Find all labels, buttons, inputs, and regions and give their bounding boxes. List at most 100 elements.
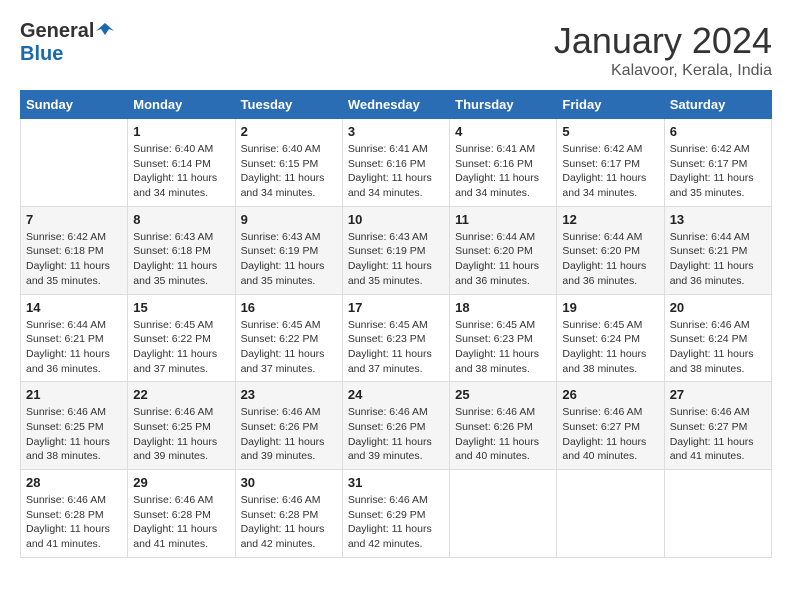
day-number: 24 — [348, 387, 444, 402]
day-info: Sunrise: 6:44 AM Sunset: 6:21 PM Dayligh… — [26, 318, 122, 377]
logo-bird-icon — [96, 21, 114, 39]
day-number: 23 — [241, 387, 337, 402]
day-number: 16 — [241, 300, 337, 315]
day-info: Sunrise: 6:44 AM Sunset: 6:21 PM Dayligh… — [670, 230, 766, 289]
column-header-tuesday: Tuesday — [235, 91, 342, 119]
day-info: Sunrise: 6:46 AM Sunset: 6:28 PM Dayligh… — [133, 493, 229, 552]
day-cell: 13 Sunrise: 6:44 AM Sunset: 6:21 PM Dayli… — [664, 206, 771, 294]
day-number: 22 — [133, 387, 229, 402]
week-row-4: 21 Sunrise: 6:46 AM Sunset: 6:25 PM Dayli… — [21, 382, 772, 470]
day-cell: 11 Sunrise: 6:44 AM Sunset: 6:20 PM Dayli… — [450, 206, 557, 294]
day-info: Sunrise: 6:45 AM Sunset: 6:22 PM Dayligh… — [241, 318, 337, 377]
day-number: 18 — [455, 300, 551, 315]
day-info: Sunrise: 6:45 AM Sunset: 6:22 PM Dayligh… — [133, 318, 229, 377]
day-info: Sunrise: 6:42 AM Sunset: 6:17 PM Dayligh… — [670, 142, 766, 201]
day-cell: 10 Sunrise: 6:43 AM Sunset: 6:19 PM Dayli… — [342, 206, 449, 294]
day-number: 21 — [26, 387, 122, 402]
day-number: 10 — [348, 212, 444, 227]
calendar-table: SundayMondayTuesdayWednesdayThursdayFrid… — [20, 90, 772, 558]
day-cell: 12 Sunrise: 6:44 AM Sunset: 6:20 PM Dayli… — [557, 206, 664, 294]
day-cell: 15 Sunrise: 6:45 AM Sunset: 6:22 PM Dayli… — [128, 294, 235, 382]
day-cell — [21, 119, 128, 207]
day-info: Sunrise: 6:44 AM Sunset: 6:20 PM Dayligh… — [562, 230, 658, 289]
day-cell: 6Sunrise: 6:42 AM Sunset: 6:17 PM Daylig… — [664, 119, 771, 207]
day-cell: 19 Sunrise: 6:45 AM Sunset: 6:24 PM Dayli… — [557, 294, 664, 382]
day-number: 5 — [562, 124, 658, 139]
day-number: 2 — [241, 124, 337, 139]
day-info: Sunrise: 6:45 AM Sunset: 6:24 PM Dayligh… — [562, 318, 658, 377]
day-number: 1 — [133, 124, 229, 139]
day-number: 27 — [670, 387, 766, 402]
logo-blue-text: Blue — [20, 43, 63, 66]
day-cell: 20Sunrise: 6:46 AM Sunset: 6:24 PM Dayli… — [664, 294, 771, 382]
day-cell: 28 Sunrise: 6:46 AM Sunset: 6:28 PM Dayli… — [21, 470, 128, 558]
day-info: Sunrise: 6:43 AM Sunset: 6:18 PM Dayligh… — [133, 230, 229, 289]
column-header-monday: Monday — [128, 91, 235, 119]
day-info: Sunrise: 6:46 AM Sunset: 6:27 PM Dayligh… — [562, 405, 658, 464]
day-info: Sunrise: 6:43 AM Sunset: 6:19 PM Dayligh… — [348, 230, 444, 289]
day-cell: 7 Sunrise: 6:42 AM Sunset: 6:18 PM Daylig… — [21, 206, 128, 294]
day-cell: 2 Sunrise: 6:40 AM Sunset: 6:15 PM Daylig… — [235, 119, 342, 207]
day-info: Sunrise: 6:46 AM Sunset: 6:27 PM Dayligh… — [670, 405, 766, 464]
day-cell: 1 Sunrise: 6:40 AM Sunset: 6:14 PM Daylig… — [128, 119, 235, 207]
column-header-sunday: Sunday — [21, 91, 128, 119]
day-info: Sunrise: 6:41 AM Sunset: 6:16 PM Dayligh… — [348, 142, 444, 201]
day-info: Sunrise: 6:40 AM Sunset: 6:15 PM Dayligh… — [241, 142, 337, 201]
day-cell: 5 Sunrise: 6:42 AM Sunset: 6:17 PM Daylig… — [557, 119, 664, 207]
day-number: 31 — [348, 475, 444, 490]
day-number: 4 — [455, 124, 551, 139]
header-row: SundayMondayTuesdayWednesdayThursdayFrid… — [21, 91, 772, 119]
column-header-friday: Friday — [557, 91, 664, 119]
day-cell: 30 Sunrise: 6:46 AM Sunset: 6:28 PM Dayli… — [235, 470, 342, 558]
day-info: Sunrise: 6:46 AM Sunset: 6:29 PM Dayligh… — [348, 493, 444, 552]
day-info: Sunrise: 6:40 AM Sunset: 6:14 PM Dayligh… — [133, 142, 229, 201]
day-cell: 24 Sunrise: 6:46 AM Sunset: 6:26 PM Dayli… — [342, 382, 449, 470]
day-info: Sunrise: 6:44 AM Sunset: 6:20 PM Dayligh… — [455, 230, 551, 289]
day-info: Sunrise: 6:46 AM Sunset: 6:25 PM Dayligh… — [26, 405, 122, 464]
day-info: Sunrise: 6:46 AM Sunset: 6:28 PM Dayligh… — [241, 493, 337, 552]
day-cell: 3 Sunrise: 6:41 AM Sunset: 6:16 PM Daylig… — [342, 119, 449, 207]
day-info: Sunrise: 6:41 AM Sunset: 6:16 PM Dayligh… — [455, 142, 551, 201]
day-number: 28 — [26, 475, 122, 490]
day-number: 15 — [133, 300, 229, 315]
day-info: Sunrise: 6:45 AM Sunset: 6:23 PM Dayligh… — [348, 318, 444, 377]
day-number: 17 — [348, 300, 444, 315]
column-header-saturday: Saturday — [664, 91, 771, 119]
logo-general-text: General — [20, 20, 94, 43]
week-row-3: 14 Sunrise: 6:44 AM Sunset: 6:21 PM Dayli… — [21, 294, 772, 382]
day-cell: 23 Sunrise: 6:46 AM Sunset: 6:26 PM Dayli… — [235, 382, 342, 470]
day-cell: 14 Sunrise: 6:44 AM Sunset: 6:21 PM Dayli… — [21, 294, 128, 382]
day-number: 8 — [133, 212, 229, 227]
day-cell: 26Sunrise: 6:46 AM Sunset: 6:27 PM Dayli… — [557, 382, 664, 470]
day-number: 14 — [26, 300, 122, 315]
day-number: 25 — [455, 387, 551, 402]
day-number: 30 — [241, 475, 337, 490]
day-info: Sunrise: 6:46 AM Sunset: 6:28 PM Dayligh… — [26, 493, 122, 552]
column-header-wednesday: Wednesday — [342, 91, 449, 119]
title-block: January 2024 Kalavoor, Kerala, India — [554, 20, 772, 80]
calendar-header: SundayMondayTuesdayWednesdayThursdayFrid… — [21, 91, 772, 119]
day-number: 13 — [670, 212, 766, 227]
day-number: 12 — [562, 212, 658, 227]
week-row-2: 7 Sunrise: 6:42 AM Sunset: 6:18 PM Daylig… — [21, 206, 772, 294]
day-cell: 16 Sunrise: 6:45 AM Sunset: 6:22 PM Dayli… — [235, 294, 342, 382]
day-number: 11 — [455, 212, 551, 227]
day-cell — [664, 470, 771, 558]
day-cell: 31 Sunrise: 6:46 AM Sunset: 6:29 PM Dayli… — [342, 470, 449, 558]
day-number: 19 — [562, 300, 658, 315]
day-cell: 25 Sunrise: 6:46 AM Sunset: 6:26 PM Dayli… — [450, 382, 557, 470]
month-title: January 2024 — [554, 20, 772, 62]
day-info: Sunrise: 6:46 AM Sunset: 6:26 PM Dayligh… — [455, 405, 551, 464]
page-header: General Blue January 2024 Kalavoor, Kera… — [20, 20, 772, 80]
day-cell: 17 Sunrise: 6:45 AM Sunset: 6:23 PM Dayli… — [342, 294, 449, 382]
day-info: Sunrise: 6:42 AM Sunset: 6:18 PM Dayligh… — [26, 230, 122, 289]
day-cell: 22Sunrise: 6:46 AM Sunset: 6:25 PM Dayli… — [128, 382, 235, 470]
column-header-thursday: Thursday — [450, 91, 557, 119]
day-info: Sunrise: 6:42 AM Sunset: 6:17 PM Dayligh… — [562, 142, 658, 201]
day-info: Sunrise: 6:46 AM Sunset: 6:26 PM Dayligh… — [348, 405, 444, 464]
week-row-5: 28 Sunrise: 6:46 AM Sunset: 6:28 PM Dayli… — [21, 470, 772, 558]
day-info: Sunrise: 6:46 AM Sunset: 6:26 PM Dayligh… — [241, 405, 337, 464]
day-number: 7 — [26, 212, 122, 227]
day-number: 3 — [348, 124, 444, 139]
day-number: 9 — [241, 212, 337, 227]
